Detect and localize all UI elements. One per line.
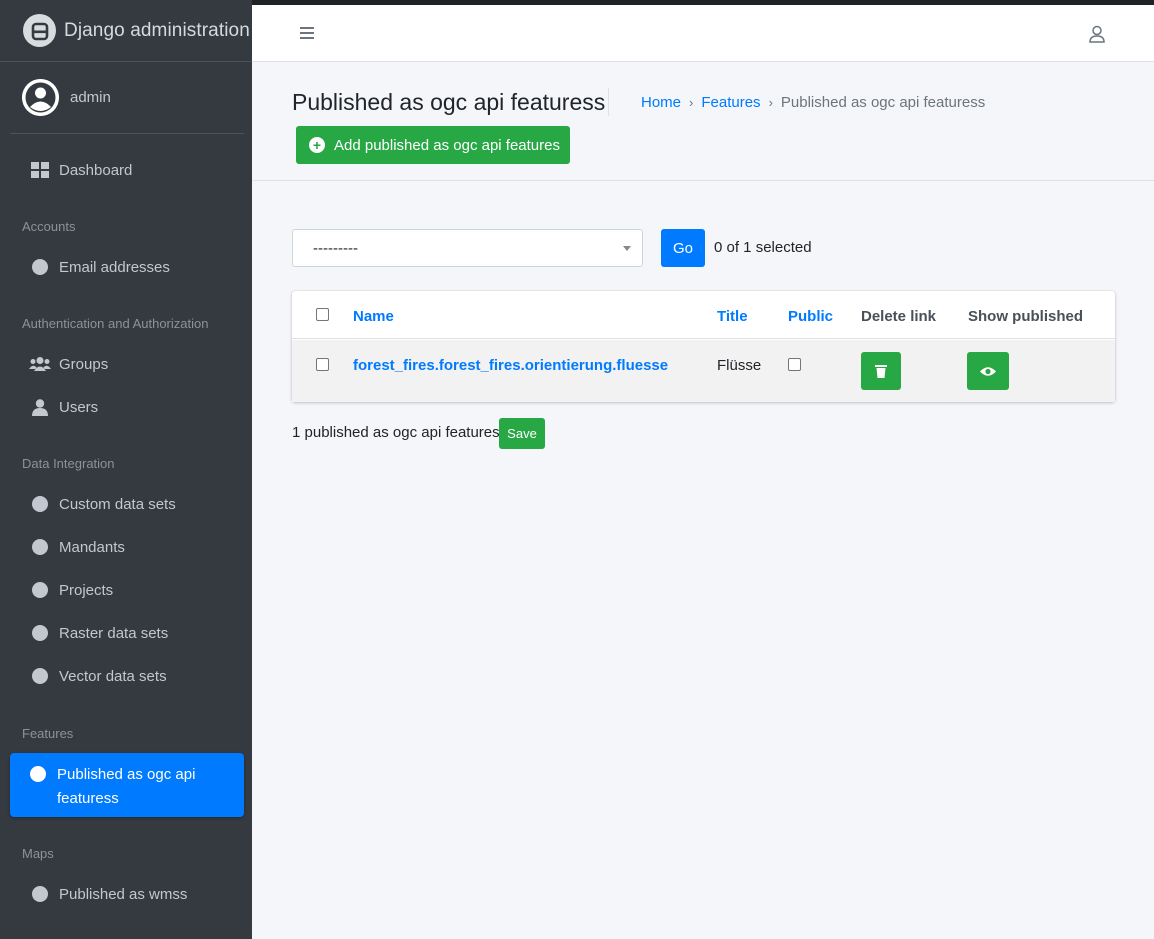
circle-icon <box>32 668 48 684</box>
sidebar-item-label: Users <box>59 398 99 416</box>
sidebar-item-label: Dashboard <box>59 161 133 179</box>
nav-header-features: Features <box>22 726 74 741</box>
sidebar-item-label: Custom data sets <box>59 495 176 513</box>
row-name-link[interactable]: forest_fires.forest_fires.orientierung.f… <box>353 357 668 374</box>
user-panel[interactable]: admin <box>10 62 244 134</box>
go-button[interactable]: Go <box>661 229 705 267</box>
page-title: Published as ogc api featuress <box>292 89 606 115</box>
sidebar-item-label: Raster data sets <box>59 624 169 642</box>
dashboard-icon <box>28 162 52 178</box>
table-header: Name Title Public Delete link Show publi… <box>292 291 1115 339</box>
sidebar-item-users[interactable]: Users <box>10 387 244 427</box>
circle-icon <box>30 766 46 782</box>
user-avatar-icon <box>22 79 59 116</box>
users-group-icon <box>28 356 52 372</box>
breadcrumb-features[interactable]: Features <box>701 94 760 111</box>
row-public-checkbox[interactable] <box>788 358 801 371</box>
show-published-button[interactable] <box>967 352 1009 390</box>
add-published-button[interactable]: + Add published as ogc api features <box>296 126 570 164</box>
column-header-show-published: Show published <box>968 308 1083 325</box>
eye-icon <box>980 366 996 376</box>
breadcrumb-current: Published as ogc api featuress <box>780 94 986 111</box>
hamburger-menu-icon[interactable] <box>300 26 314 40</box>
nav-header-maps: Maps <box>22 846 54 861</box>
sidebar-item-label: Published as wmss <box>59 885 188 903</box>
sidebar: Django administration admin Dashboard Ac… <box>0 0 252 939</box>
result-count: 1 published as ogc api features <box>292 424 500 441</box>
avatar <box>22 79 59 116</box>
nav-header-accounts: Accounts <box>22 219 76 234</box>
row-title: Flüsse <box>717 357 762 374</box>
circle-icon <box>32 259 48 275</box>
circle-icon <box>32 539 48 555</box>
nav-header-auth: Authentication and Authorization <box>22 316 209 331</box>
table-row: forest_fires.forest_fires.orientierung.f… <box>292 340 1115 402</box>
circle-icon <box>32 582 48 598</box>
sidebar-item-groups[interactable]: Groups <box>10 344 244 384</box>
breadcrumb-home[interactable]: Home <box>641 94 681 111</box>
sidebar-item-label: Mandants <box>59 538 125 556</box>
sidebar-item-published-wmss[interactable]: Published as wmss <box>10 874 244 914</box>
sidebar-item-label: Projects <box>59 581 114 599</box>
circle-icon <box>32 496 48 512</box>
sidebar-item-label: Published as ogc api featuress <box>57 766 196 807</box>
brand-title: Django administration <box>64 19 250 41</box>
sidebar-item-label: Vector data sets <box>59 667 167 685</box>
selection-counter: 0 of 1 selected <box>714 239 812 256</box>
results-table: Name Title Public Delete link Show publi… <box>292 291 1115 402</box>
sidebar-item-custom-data-sets[interactable]: Custom data sets <box>10 484 244 524</box>
action-select[interactable]: --------- <box>292 229 643 267</box>
circle-icon <box>32 886 48 902</box>
user-icon <box>28 398 52 416</box>
add-button-label: Add published as ogc api features <box>334 136 560 154</box>
trash-icon <box>875 365 887 378</box>
nav-header-data-integration: Data Integration <box>22 456 115 471</box>
brand-link[interactable]: Django administration <box>0 0 252 62</box>
user-menu-icon[interactable] <box>1088 25 1106 47</box>
title-divider <box>608 88 609 116</box>
top-navbar <box>252 5 1154 62</box>
sidebar-item-projects[interactable]: Projects <box>10 570 244 610</box>
sidebar-item-mandants[interactable]: Mandants <box>10 527 244 567</box>
column-header-delete-link: Delete link <box>861 308 937 325</box>
chevron-down-icon <box>623 246 631 251</box>
sidebar-item-label: Groups <box>59 355 109 373</box>
column-header-title[interactable]: Title <box>717 308 748 325</box>
row-select-checkbox[interactable] <box>316 358 329 371</box>
breadcrumb-separator-icon: › <box>768 95 773 110</box>
action-select-value: --------- <box>313 239 358 257</box>
main-content: Published as ogc api featuress Home › Feat… <box>252 5 1154 939</box>
username: admin <box>70 89 111 106</box>
delete-link-button[interactable] <box>861 352 901 390</box>
save-button[interactable]: Save <box>499 418 545 449</box>
content-header: Published as ogc api featuress Home › Feat… <box>252 62 1154 181</box>
sidebar-item-label: Email addresses <box>59 258 170 276</box>
sidebar-item-raster-data-sets[interactable]: Raster data sets <box>10 613 244 653</box>
select-all-checkbox[interactable] <box>316 308 329 321</box>
plus-circle-icon: + <box>309 137 325 153</box>
column-header-name[interactable]: Name <box>353 308 394 325</box>
sidebar-item-published-ogc-api-features[interactable]: Published as ogc api featuress <box>10 753 244 817</box>
sidebar-item-email-addresses[interactable]: Email addresses <box>10 247 244 287</box>
sidebar-item-vector-data-sets[interactable]: Vector data sets <box>10 656 244 696</box>
circle-icon <box>32 625 48 641</box>
breadcrumb-separator-icon: › <box>689 95 694 110</box>
breadcrumb: Home › Features › Published as ogc api featu… <box>641 94 985 111</box>
django-logo-icon <box>23 14 56 47</box>
column-header-public[interactable]: Public <box>788 308 833 325</box>
sidebar-item-dashboard[interactable]: Dashboard <box>10 150 244 190</box>
